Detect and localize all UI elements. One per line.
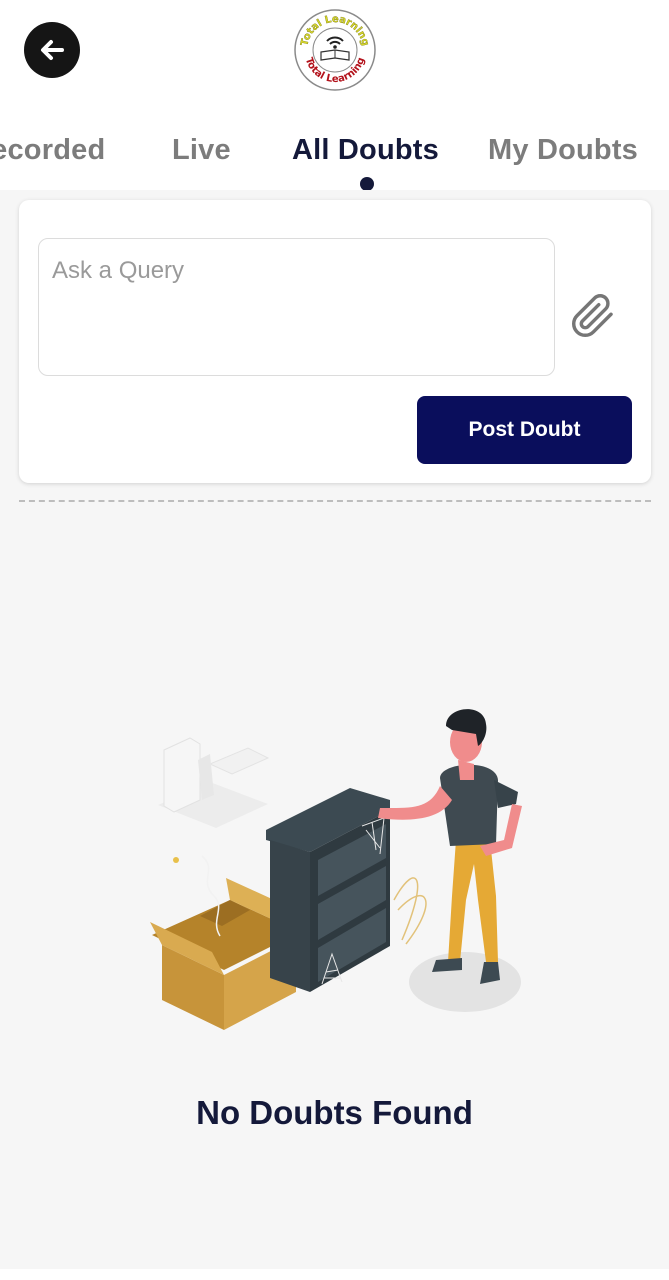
main-content: Post Doubt xyxy=(0,190,669,1269)
app-logo: Total Learning Total Learning xyxy=(293,8,377,92)
app-header: Total Learning Total Learning Recorded L… xyxy=(0,0,669,191)
attach-button[interactable] xyxy=(567,290,619,342)
paperclip-icon xyxy=(572,294,613,337)
post-doubt-button[interactable]: Post Doubt xyxy=(417,396,632,464)
empty-state-title: No Doubts Found xyxy=(196,1094,473,1131)
back-button[interactable] xyxy=(24,22,80,78)
person-figure xyxy=(378,709,522,984)
dashed-divider xyxy=(19,500,651,502)
tab-bar: Recorded Live All Doubts My Doubts xyxy=(0,130,669,191)
tab-recorded[interactable]: Recorded xyxy=(0,134,105,167)
tab-my-doubts[interactable]: My Doubts xyxy=(488,134,638,167)
books-illustration xyxy=(158,737,270,828)
floor-shadow xyxy=(409,952,521,1012)
tab-live[interactable]: Live xyxy=(172,134,231,167)
tab-all-doubts[interactable]: All Doubts xyxy=(292,134,439,167)
empty-shelf-illustration xyxy=(140,700,540,1050)
active-tab-indicator xyxy=(360,177,374,191)
query-input[interactable] xyxy=(38,238,555,376)
ask-query-card: Post Doubt xyxy=(19,200,651,483)
arrow-left-icon xyxy=(41,40,64,60)
